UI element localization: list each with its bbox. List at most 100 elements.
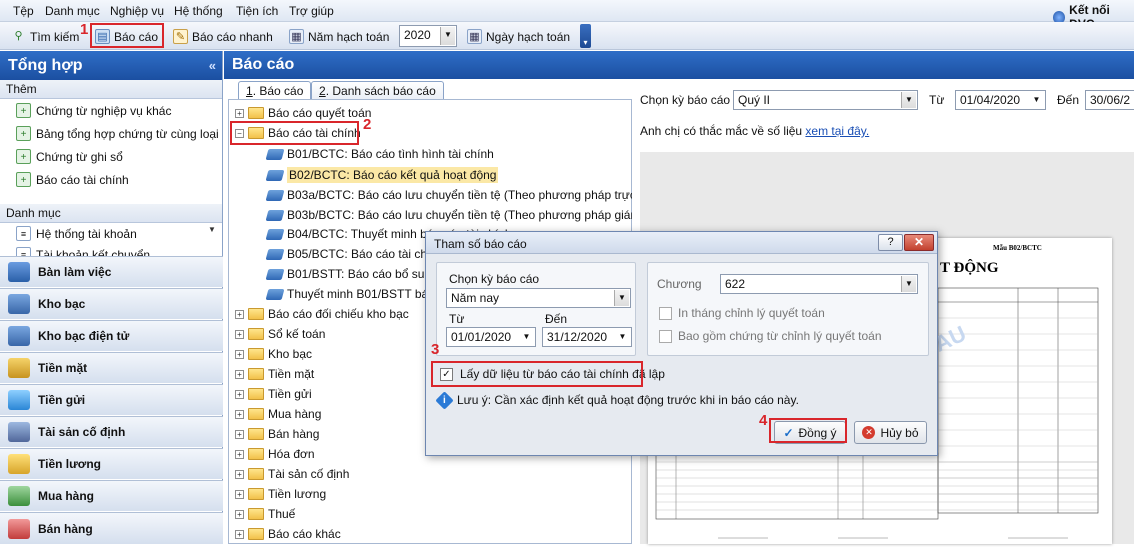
fiscal-year-label: Năm hạch toán: [308, 29, 390, 44]
toolbar-overflow-button[interactable]: ▾: [580, 24, 591, 48]
nav-payroll[interactable]: Tiền lương: [0, 448, 223, 479]
nav-e-treasury[interactable]: Kho bạc điện tử: [0, 320, 223, 351]
step-3-marker: 3: [431, 341, 440, 358]
nav-label: Kho bạc: [38, 297, 86, 311]
to-date-input[interactable]: 30/06/2: [1085, 90, 1134, 110]
menu-operations[interactable]: Nghiệp vụ: [110, 4, 164, 18]
nav-label: Mua hàng: [38, 489, 94, 503]
expand-icon: +: [235, 349, 244, 359]
menu-catalog[interactable]: Danh mục: [45, 4, 100, 18]
dlg-from-date-input[interactable]: 01/01/2020 ▼: [446, 327, 536, 347]
folder-icon: [248, 368, 264, 380]
tree-node-sales[interactable]: + Bán hàng: [235, 427, 319, 441]
nav-fixed-assets[interactable]: Tài sản cố định: [0, 416, 223, 447]
tree-node-ledger[interactable]: + Sổ kế toán: [235, 327, 325, 341]
nav-purchasing[interactable]: Mua hàng: [0, 480, 223, 511]
dlg-chapter-select[interactable]: 622 ▼: [720, 274, 918, 294]
sales-icon: [8, 518, 30, 539]
checkbox: [659, 306, 672, 320]
tree-node-settlement[interactable]: + Báo cáo quyết toán: [235, 106, 371, 120]
dlg-period-select[interactable]: Năm nay ▼: [446, 288, 631, 308]
collapse-icon[interactable]: «: [209, 51, 216, 80]
fiscal-year-select[interactable]: 2020 ▼: [399, 25, 457, 47]
tab-report[interactable]: 1. Báo cáo: [238, 81, 312, 101]
menu-system[interactable]: Hệ thống: [174, 4, 223, 18]
menu-bar: Tệp Danh mục Nghiệp vụ Hệ thống Tiện ích…: [0, 0, 1134, 31]
tree-node-other[interactable]: + Báo cáo khác: [235, 527, 341, 541]
expand-icon: +: [235, 449, 244, 459]
menu-utilities[interactable]: Tiện ích: [236, 4, 278, 18]
tree-node-cash[interactable]: + Tiền mặt: [235, 367, 314, 381]
folder-icon: [248, 328, 264, 340]
add-item-financial-report[interactable]: + Báo cáo tài chính: [16, 172, 129, 187]
dlg-to-value: 31/12/2020: [547, 330, 608, 344]
tree-leaf-b01bstt-notes[interactable]: Thuyết minh B01/BSTT báo c: [265, 287, 444, 301]
tab-report-list[interactable]: 2. Danh sách báo cáo: [311, 81, 444, 100]
dialog-close-button[interactable]: ✕: [904, 234, 934, 251]
from-date-input[interactable]: 01/04/2020 ▼: [955, 90, 1046, 110]
folder-icon: [248, 448, 264, 460]
tab-report-list-num: 2: [319, 84, 326, 98]
tree-node-invoices[interactable]: + Hóa đơn: [235, 447, 315, 461]
tree-node-treasury[interactable]: + Kho bạc: [235, 347, 312, 361]
menu-file[interactable]: Tệp: [13, 4, 34, 18]
tree-leaf-b03a[interactable]: B03a/BCTC: Báo cáo lưu chuyển tiền tệ (T…: [265, 188, 652, 202]
tree-node-deposits[interactable]: + Tiền gửi: [235, 387, 312, 401]
add-item-summary-table[interactable]: + Bảng tổng hợp chứng từ cùng loại: [16, 126, 219, 141]
tree-node-purchasing[interactable]: + Mua hàng: [235, 407, 321, 421]
catalog-item-accounts[interactable]: ≡ Hệ thống tài khoản: [16, 226, 137, 241]
left-pane-title: Tổng hợp: [8, 57, 83, 74]
nav-cash[interactable]: Tiền mặt: [0, 352, 223, 383]
report-params-dialog: Tham số báo cáo ? ✕ Chọn kỳ báo cáo Năm …: [425, 231, 938, 456]
tree-node-tax[interactable]: + Thuế: [235, 507, 295, 521]
tree-leaf-label: B05/BCTC: Báo cáo tài chính: [287, 247, 444, 261]
svg-text:Mẫu B02/BCTC: Mẫu B02/BCTC: [993, 244, 1042, 252]
calendar-icon: ▦: [289, 29, 304, 44]
add-doc-icon: +: [16, 126, 31, 141]
tree-node-fixed-assets[interactable]: + Tài sản cố định: [235, 467, 349, 481]
menu-help[interactable]: Trợ giúp: [289, 4, 334, 18]
cancel-label: Hủy bỏ: [880, 425, 919, 440]
period-select[interactable]: Quý II ▼: [733, 90, 918, 110]
tree-leaf-b03b[interactable]: B03b/BCTC: Báo cáo lưu chuyển tiền tệ (T…: [265, 208, 653, 222]
desktop-icon: [8, 262, 30, 282]
add-item-ledger-voucher[interactable]: + Chứng từ ghi sổ: [16, 149, 123, 164]
quick-report-button[interactable]: ✎ Báo cáo nhanh: [170, 26, 276, 47]
dlg-chapter-label: Chương: [657, 277, 702, 291]
nav-deposits[interactable]: Tiền gửi: [0, 384, 223, 415]
add-item-other-voucher[interactable]: + Chứng từ nghiệp vụ khác: [16, 103, 171, 118]
tree-leaf-b01bstt[interactable]: B01/BSTT: Báo cáo bổ sung: [265, 267, 438, 281]
tree-node-reconcile[interactable]: + Báo cáo đối chiếu kho bạc: [235, 307, 409, 321]
nav-label: Bàn làm việc: [38, 265, 112, 279]
chevron-down-icon: ▼: [440, 27, 455, 45]
help-link[interactable]: xem tại đây.: [805, 124, 869, 138]
nav-treasury[interactable]: Kho bạc: [0, 288, 223, 319]
tree-leaf-b01[interactable]: B01/BCTC: Báo cáo tình hình tài chính: [265, 147, 494, 161]
tree-leaf-label: B01/BCTC: Báo cáo tình hình tài chính: [287, 147, 494, 161]
tree-leaf-b02[interactable]: B02/BCTC: Báo cáo kết quả hoạt động: [265, 167, 499, 183]
posting-date-button[interactable]: ▦ Ngày hạch toán: [464, 26, 573, 47]
folder-icon: [248, 408, 264, 420]
nav-sales[interactable]: Bán hàng: [0, 512, 223, 544]
tree-node-label: Tài sản cố định: [268, 467, 350, 481]
tab-report-label: . Báo cáo: [252, 84, 304, 98]
search-button[interactable]: ⚲ Tìm kiếm: [8, 26, 82, 47]
scroll-down-icon[interactable]: ▼: [208, 225, 220, 245]
cancel-button[interactable]: ✕ Hủy bỏ: [854, 421, 927, 444]
highlight-ok-button: [769, 418, 847, 443]
dialog-help-button[interactable]: ?: [878, 234, 903, 251]
tab-report-list-label: . Danh sách báo cáo: [325, 84, 436, 98]
tree-leaf-b05[interactable]: B05/BCTC: Báo cáo tài chính: [265, 247, 444, 261]
tree-node-label: Tiền lương: [268, 487, 327, 501]
quick-report-icon: ✎: [173, 29, 188, 44]
section-catalog: Danh mục: [0, 204, 222, 223]
tree-node-payroll[interactable]: + Tiền lương: [235, 487, 326, 501]
period-label: Chọn kỳ báo cáo: [640, 93, 731, 107]
nav-desktop[interactable]: Bàn làm việc: [0, 256, 223, 287]
dlg-from-value: 01/01/2020: [451, 330, 512, 344]
search-button-label: Tìm kiếm: [30, 29, 80, 44]
opt-print-adjust-month[interactable]: In tháng chỉnh lý quyết toán: [659, 306, 825, 320]
opt-include-adjust-vouchers[interactable]: Bao gồm chứng từ chỉnh lý quyết toán: [659, 329, 882, 343]
folder-icon: [248, 308, 264, 320]
dlg-to-date-input[interactable]: 31/12/2020 ▼: [542, 327, 632, 347]
